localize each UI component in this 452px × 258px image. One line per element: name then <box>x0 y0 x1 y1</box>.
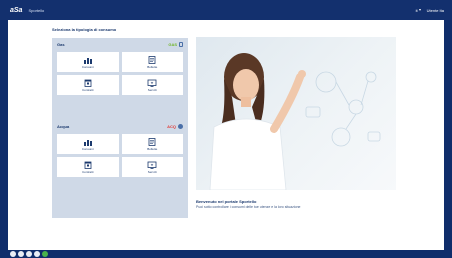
water-tile-contratti[interactable]: Contratti <box>57 157 119 177</box>
taskbar-app-icon[interactable] <box>26 251 32 257</box>
invoice-icon <box>148 55 156 64</box>
brand-logo[interactable]: aSa <box>10 7 22 14</box>
page-title: Seleziona la tipologia di consumo <box>52 27 117 32</box>
tile-label: Contratti <box>82 87 94 92</box>
water-tile-bollette[interactable]: Bollette <box>121 134 183 154</box>
user-menu[interactable]: Utente Ita <box>427 8 444 13</box>
gas-tile-bollette[interactable]: Bollette <box>121 52 183 72</box>
gas-badge-label: GAS <box>168 41 177 47</box>
hero-description: Puoi sotto controllare i consumi delle t… <box>196 205 301 209</box>
water-panel-header: Acqua ACQ <box>52 120 188 132</box>
tile-label: Servizi <box>147 169 157 174</box>
woman-touchscreen-illustration <box>209 53 381 190</box>
water-panel: Acqua ACQ Consumi Bollette Contratti Ser… <box>52 120 188 218</box>
chevron-down-icon <box>418 9 421 11</box>
water-panel-title: Acqua <box>57 123 70 129</box>
water-badge-label: ACQ <box>167 123 176 129</box>
gas-badge: GAS <box>168 41 183 47</box>
gas-panel-header: Gas GAS <box>52 38 188 50</box>
brand-subtitle: Sportello <box>28 7 45 13</box>
tile-label: Consumi <box>81 146 94 151</box>
document-icon <box>179 41 183 47</box>
gas-tile-consumi[interactable]: Consumi <box>57 52 119 72</box>
water-tile-servizi[interactable]: Servizi <box>121 157 183 177</box>
tile-label: Consumi <box>81 64 94 69</box>
tile-label: Servizi <box>147 87 157 92</box>
taskbar-app-icon[interactable] <box>42 251 48 257</box>
hero-image <box>196 37 396 190</box>
water-badge: ACQ <box>167 123 183 129</box>
taskbar-app-icon[interactable] <box>18 251 24 257</box>
hero-title: Benvenuto nel portale Sportello <box>196 199 257 204</box>
bar-chart-icon <box>83 139 92 146</box>
taskbar <box>0 250 452 258</box>
language-label: it <box>415 7 418 13</box>
language-select[interactable]: it <box>416 8 421 13</box>
gas-panel-title: Gas <box>57 41 65 47</box>
calendar-icon <box>84 161 92 169</box>
brand[interactable]: aSa Sportello <box>10 7 44 14</box>
tile-label: Bollette <box>147 64 158 69</box>
bar-chart-icon <box>83 57 92 64</box>
water-tiles: Consumi Bollette Contratti Servizi <box>52 132 188 182</box>
tile-label: Bollette <box>147 146 158 151</box>
taskbar-app-icon[interactable] <box>34 251 40 257</box>
taskbar-app-icon[interactable] <box>10 251 16 257</box>
gas-tiles: Consumi Bollette Contratti Servizi <box>52 50 188 100</box>
tv-icon <box>147 161 157 169</box>
tile-label: Contratti <box>82 169 94 174</box>
gas-tile-servizi[interactable]: Servizi <box>121 75 183 95</box>
calendar-icon <box>84 79 92 87</box>
water-drop-icon <box>178 123 183 129</box>
gas-tile-contratti[interactable]: Contratti <box>57 75 119 95</box>
top-right-controls: it Utente Ita <box>416 8 444 13</box>
top-bar: aSa Sportello it Utente Ita <box>0 0 452 20</box>
tv-icon <box>147 79 157 87</box>
water-tile-consumi[interactable]: Consumi <box>57 134 119 154</box>
invoice-icon <box>148 137 156 146</box>
